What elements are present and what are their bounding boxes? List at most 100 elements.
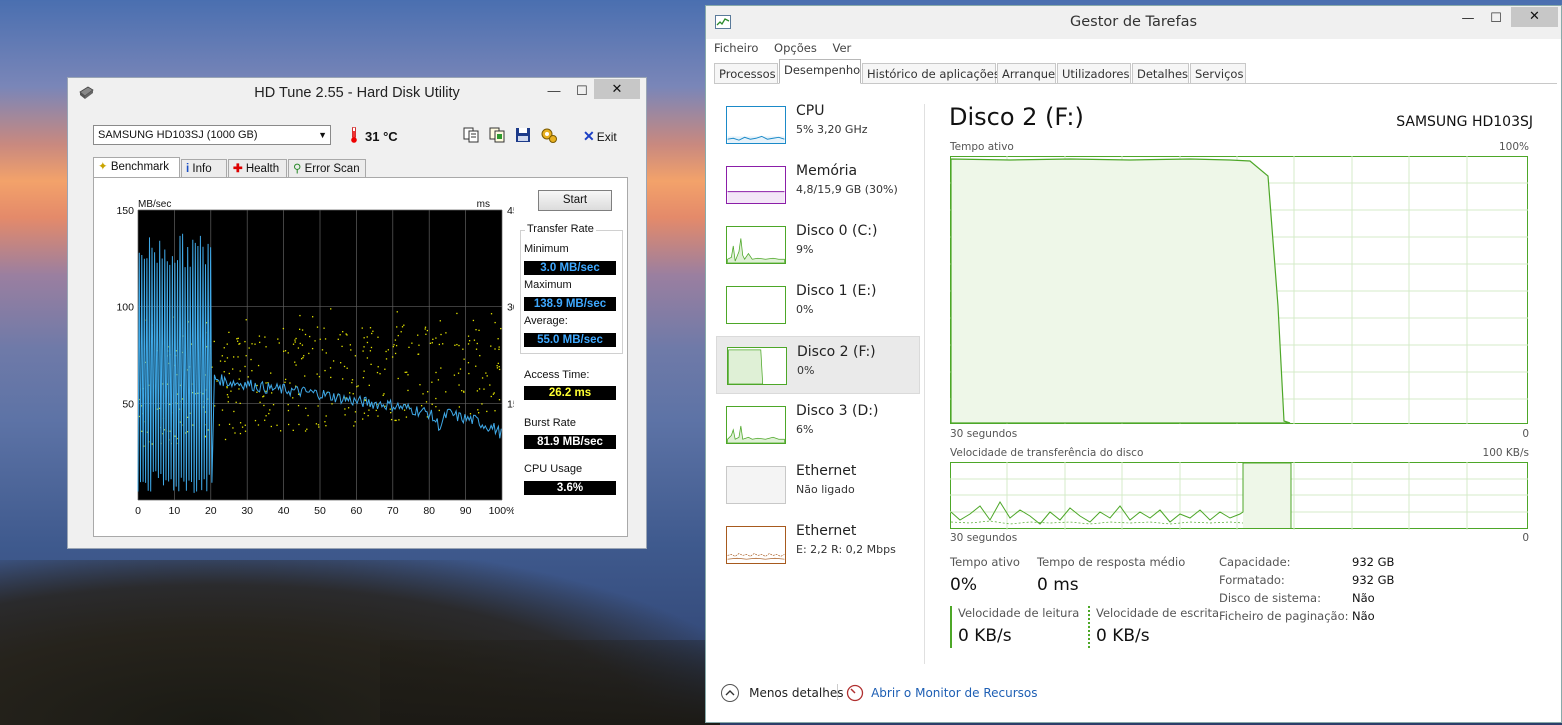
- detail-title: Disco 2 (F:): [949, 103, 1084, 131]
- sidebar-item-disk-0[interactable]: Disco 0 (C:) 9%: [716, 216, 920, 274]
- disk-model: SAMSUNG HD103SJ: [1396, 114, 1533, 130]
- access-time-point: [344, 408, 346, 410]
- access-time-point: [472, 319, 475, 322]
- access-time-point: [422, 393, 424, 395]
- sidebar-item-ethernet-1[interactable]: Ethernet Não ligado: [716, 456, 920, 514]
- access-time-point: [237, 356, 239, 358]
- options-icon[interactable]: [540, 126, 558, 144]
- transfer-graph-zero: 0: [1522, 532, 1529, 544]
- fewer-details-button[interactable]: Menos detalhes: [720, 682, 843, 703]
- resource-monitor-label: Abrir o Monitor de Recursos: [871, 686, 1038, 700]
- access-time-point: [366, 336, 368, 338]
- access-time-point: [463, 390, 465, 392]
- access-time-point: [324, 338, 327, 340]
- access-time-point: [468, 340, 471, 342]
- access-time-point: [370, 363, 372, 366]
- transfer-graph-label: Velocidade de transferência do disco: [950, 447, 1144, 459]
- access-time-point: [256, 391, 258, 393]
- disk-select[interactable]: SAMSUNG HD103SJ (1000 GB) ▼: [93, 125, 331, 145]
- access-time-point: [294, 339, 296, 341]
- menu-options[interactable]: Opções: [774, 41, 817, 55]
- maximize-button[interactable]: ☐: [1482, 8, 1510, 30]
- tab-app-history[interactable]: Histórico de aplicações: [862, 63, 1000, 84]
- access-time-point: [265, 346, 267, 348]
- access-time-point: [309, 335, 311, 338]
- access-time-point: [270, 372, 272, 374]
- menu-view[interactable]: Ver: [832, 41, 851, 55]
- sidebar-item-ethernet-2[interactable]: Ethernet E: 2,2 R: 0,2 Mbps: [716, 516, 920, 574]
- tab-benchmark[interactable]: ✦ Benchmark: [93, 157, 180, 178]
- tab-processes[interactable]: Processos: [714, 63, 778, 84]
- access-time-point: [385, 350, 387, 353]
- copy-icon[interactable]: [462, 126, 480, 144]
- tab-services[interactable]: Serviços: [1190, 63, 1246, 84]
- access-time-point: [230, 390, 232, 392]
- access-time-point: [377, 415, 379, 417]
- access-time-point: [440, 367, 442, 369]
- sidebar-item-cpu[interactable]: CPU 5% 3,20 GHz: [716, 96, 920, 154]
- close-button[interactable]: ✕: [1511, 7, 1558, 27]
- taskmanager-titlebar[interactable]: Gestor de Tarefas — ☐ ✕: [706, 6, 1561, 39]
- tab-startup[interactable]: Arranque: [997, 63, 1056, 84]
- access-time-point: [270, 425, 272, 428]
- access-time-point: [233, 410, 235, 413]
- start-button[interactable]: Start: [538, 190, 612, 211]
- access-time-point: [304, 333, 307, 336]
- access-time-point: [394, 352, 397, 355]
- exit-button[interactable]: ✕ Exit: [583, 128, 617, 145]
- page-file-value: Não: [1352, 609, 1375, 623]
- chart-x-tick-label: 100%: [489, 505, 514, 517]
- access-time-point: [349, 392, 351, 394]
- memory-thumbnail-graph: [726, 166, 786, 204]
- close-button[interactable]: ✕: [594, 79, 640, 99]
- tab-info[interactable]: i Info: [181, 159, 227, 177]
- sidebar-item-memory[interactable]: Memória 4,8/15,9 GB (30%): [716, 156, 920, 214]
- access-time-point: [457, 372, 460, 374]
- access-time-point: [369, 327, 372, 329]
- access-time-point: [395, 344, 398, 347]
- access-time-point: [288, 423, 290, 426]
- tab-details[interactable]: Detalhes: [1132, 63, 1189, 84]
- access-time-point: [295, 364, 297, 366]
- sidebar-item-disk-1[interactable]: Disco 1 (E:) 0%: [716, 276, 920, 334]
- access-time-point: [265, 390, 267, 392]
- transfer-rate-graph: [950, 462, 1528, 530]
- minimize-button[interactable]: —: [540, 80, 568, 102]
- minimize-button[interactable]: —: [1454, 8, 1482, 30]
- access-time-point: [263, 404, 265, 407]
- hdtune-titlebar[interactable]: HD Tune 2.55 - Hard Disk Utility — ☐ ✕: [68, 78, 646, 108]
- average-value: 55.0 MB/sec: [524, 333, 616, 347]
- tab-error-scan[interactable]: ⚲ Error Scan: [288, 159, 366, 177]
- sidebar-item-disk-2[interactable]: Disco 2 (F:) 0%: [716, 336, 920, 394]
- tab-performance[interactable]: Desempenho: [779, 59, 861, 84]
- access-time-point: [498, 366, 500, 368]
- chart-x-tick-label: 90: [460, 505, 472, 517]
- save-icon[interactable]: [514, 126, 532, 144]
- menu-file[interactable]: Ficheiro: [714, 41, 758, 55]
- access-time-point: [363, 370, 365, 372]
- health-cross-icon: ✚: [233, 163, 243, 175]
- access-time-point: [234, 432, 236, 434]
- access-time-point: [453, 374, 456, 376]
- burst-rate-value: 81.9 MB/sec: [524, 435, 616, 449]
- sidebar-item-disk-3[interactable]: Disco 3 (D:) 6%: [716, 396, 920, 454]
- tab-health[interactable]: ✚ Health: [228, 159, 287, 177]
- access-time-point: [324, 369, 326, 372]
- access-time-point: [276, 424, 278, 426]
- tab-label: Error Scan: [304, 163, 360, 175]
- access-time-point: [384, 368, 386, 370]
- response-time-value: 0 ms: [1037, 575, 1079, 595]
- access-time-point: [251, 370, 253, 372]
- access-time-point: [420, 405, 423, 407]
- sidebar-name: Disco 1 (E:): [796, 283, 877, 299]
- access-time-point: [391, 356, 394, 358]
- tab-users[interactable]: Utilizadores: [1057, 63, 1131, 84]
- copy-all-icon[interactable]: [488, 126, 506, 144]
- access-time-point: [362, 376, 365, 379]
- access-time-point: [478, 412, 480, 414]
- write-speed-value: 0 KB/s: [1096, 626, 1150, 646]
- access-time-point: [299, 342, 301, 345]
- access-time-point: [396, 326, 398, 328]
- maximize-button[interactable]: ☐: [568, 80, 596, 102]
- resource-monitor-link[interactable]: Abrir o Monitor de Recursos: [846, 682, 1038, 702]
